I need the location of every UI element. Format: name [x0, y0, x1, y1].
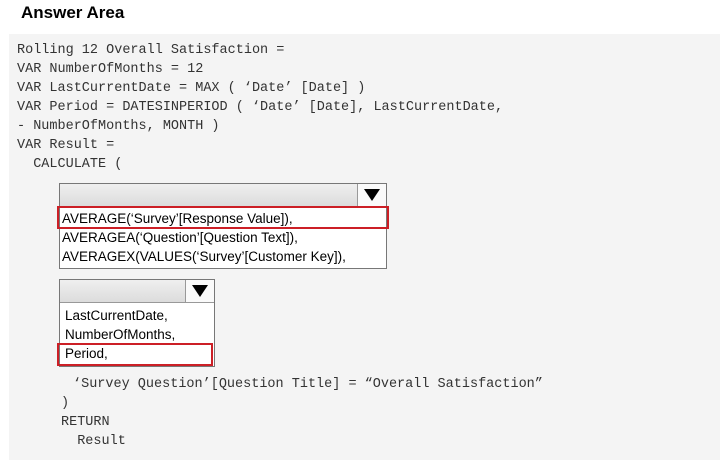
triangle-down-icon [192, 285, 208, 297]
dropdown-arrow-button[interactable] [185, 280, 214, 302]
code-line: ‘Survey Question’[Question Title] = “Ove… [73, 377, 543, 392]
code-line: Result [61, 434, 126, 449]
code-line: ) [61, 396, 70, 411]
code-line: VAR Period = DATESINPERIOD ( ‘Date’ [Dat… [17, 100, 504, 115]
code-line: VAR Result = [17, 138, 115, 153]
dropdown-arrow-button[interactable] [357, 184, 386, 206]
selected-answer-highlight [57, 343, 213, 366]
answer-area-title: Answer Area [21, 3, 125, 22]
aggregation-option-averagea[interactable]: AVERAGEA(‘Question’[Question Text]), [62, 229, 298, 247]
triangle-down-icon [364, 189, 380, 201]
code-line: Rolling 12 Overall Satisfaction = [17, 43, 285, 58]
selected-answer-highlight [57, 206, 389, 229]
filter-dropdown-header[interactable] [60, 280, 214, 303]
code-line: VAR LastCurrentDate = MAX ( ‘Date’ [Date… [17, 81, 366, 96]
code-line: - NumberOfMonths, MONTH ) [17, 119, 220, 134]
code-line: RETURN [61, 415, 110, 430]
filter-option-numberofmonths[interactable]: NumberOfMonths, [65, 326, 175, 344]
filter-option-lastcurrentdate[interactable]: LastCurrentDate, [65, 307, 168, 325]
code-line: VAR NumberOfMonths = 12 [17, 62, 204, 77]
aggregation-dropdown-header[interactable] [60, 184, 386, 207]
code-line: CALCULATE ( [17, 157, 123, 172]
aggregation-option-averagex[interactable]: AVERAGEX(VALUES(‘Survey’[Customer Key]), [62, 248, 346, 266]
